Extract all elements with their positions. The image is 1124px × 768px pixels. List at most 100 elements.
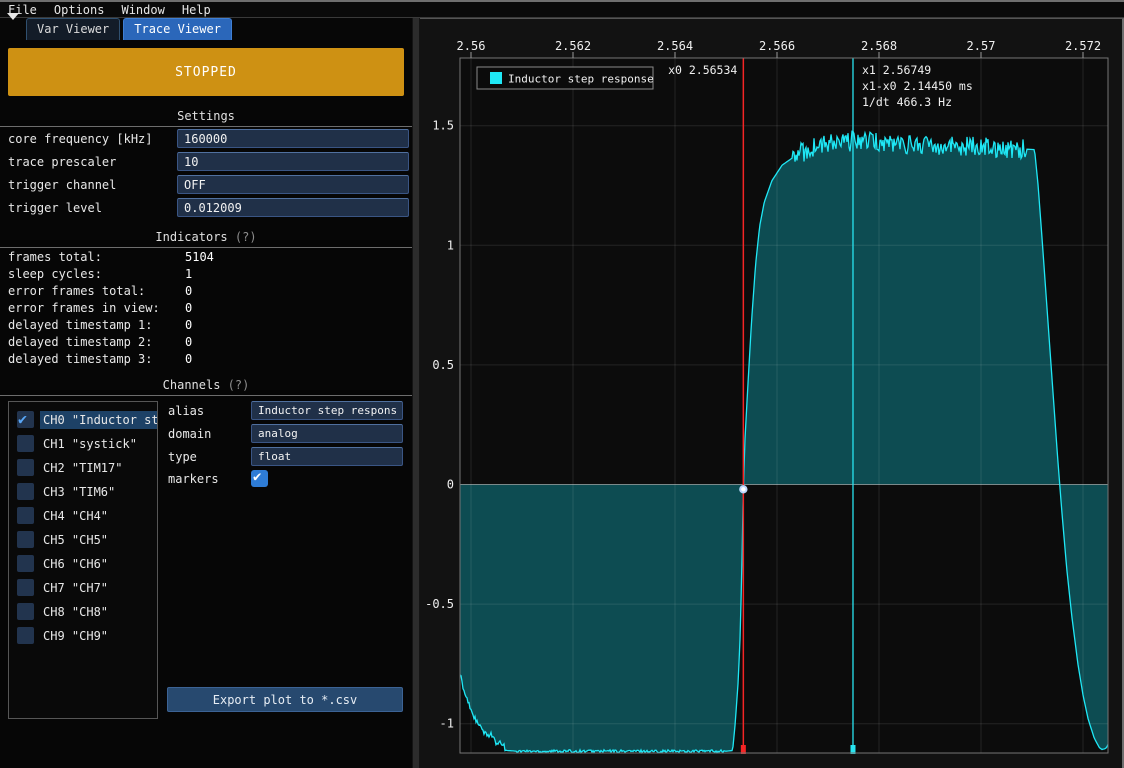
- channel-checkbox[interactable]: [17, 435, 34, 452]
- channel-label: CH6 "CH6": [40, 555, 111, 573]
- markers-checkbox[interactable]: [251, 470, 268, 487]
- markers-label: markers: [168, 472, 251, 486]
- indicator-row: delayed timestamp 1:0: [0, 316, 412, 333]
- indicator-value: 1: [185, 267, 192, 281]
- marker-sample-dot: [740, 486, 746, 492]
- y-tick-label: 0: [447, 478, 454, 492]
- channel-checkbox[interactable]: [17, 603, 34, 620]
- tab-var-viewer[interactable]: Var Viewer: [26, 18, 120, 40]
- channel-label: CH9 "CH9": [40, 627, 111, 645]
- indicator-row: sleep cycles:1: [0, 265, 412, 282]
- menu-options[interactable]: Options: [54, 3, 105, 17]
- channel-row[interactable]: CH9 "CH9": [9, 624, 157, 647]
- menu-window[interactable]: Window: [121, 3, 164, 17]
- channel-row[interactable]: CH8 "CH8": [9, 600, 157, 623]
- indicator-label: frames total:: [8, 250, 185, 264]
- indicator-value: 0: [185, 284, 192, 298]
- alias-label: alias: [168, 404, 251, 418]
- indicator-row: delayed timestamp 2:0: [0, 333, 412, 350]
- channel-row[interactable]: CH0 "Inductor st: [9, 408, 157, 431]
- indicator-value: 0: [185, 335, 192, 349]
- setting-label: trigger level: [8, 201, 177, 215]
- channel-label: CH1 "systick": [40, 435, 140, 453]
- indicators-help-icon[interactable]: (?): [235, 230, 257, 244]
- channel-checkbox[interactable]: [17, 507, 34, 524]
- channel-list: CH0 "Inductor st CH1 "systick" CH2 "TIM1…: [8, 401, 158, 719]
- y-tick-label: 0.5: [432, 358, 454, 372]
- indicator-value: 5104: [185, 250, 214, 264]
- marker-delta-label: x1-x0 2.14450 ms: [862, 79, 973, 93]
- channel-row[interactable]: CH5 "CH5": [9, 528, 157, 551]
- y-tick-label: -1: [440, 717, 454, 731]
- domain-label: domain: [168, 427, 251, 441]
- indicator-value: 0: [185, 352, 192, 366]
- menu-help[interactable]: Help: [182, 3, 211, 17]
- channels-heading: Channels (?): [0, 378, 412, 392]
- channel-row[interactable]: CH7 "CH7": [9, 576, 157, 599]
- indicator-value: 0: [185, 301, 192, 315]
- channels-help-icon[interactable]: (?): [228, 378, 250, 392]
- tab-bar: Var Viewer Trace Viewer: [0, 18, 412, 40]
- trigger-channel-input[interactable]: OFF: [177, 175, 409, 194]
- channel-row[interactable]: CH2 "TIM17": [9, 456, 157, 479]
- channel-label: CH2 "TIM17": [40, 459, 125, 477]
- channel-checkbox[interactable]: [17, 579, 34, 596]
- indicator-row: error frames total:0: [0, 282, 412, 299]
- setting-label: trace prescaler: [8, 155, 177, 169]
- indicators-heading: Indicators (?): [0, 230, 412, 244]
- alias-input[interactable]: Inductor step respons: [251, 401, 403, 420]
- type-label: type: [168, 450, 251, 464]
- panel-divider[interactable]: [412, 18, 420, 768]
- channel-row[interactable]: CH1 "systick": [9, 432, 157, 455]
- indicator-label: delayed timestamp 3:: [8, 352, 185, 366]
- trigger-level-input[interactable]: 0.012009: [177, 198, 409, 217]
- menu-bar: File Options Window Help: [0, 2, 1124, 18]
- channel-row[interactable]: CH6 "CH6": [9, 552, 157, 575]
- trace-plot[interactable]: 2.562.5622.5642.5662.5682.572.5721.510.5…: [420, 19, 1122, 768]
- indicator-value: 0: [185, 318, 192, 332]
- channel-checkbox[interactable]: [17, 555, 34, 572]
- marker-x0-label: x0 2.56534: [668, 63, 737, 77]
- tab-trace-viewer[interactable]: Trace Viewer: [123, 18, 232, 40]
- channel-checkbox[interactable]: [17, 531, 34, 548]
- y-tick-label: 1.5: [432, 119, 454, 133]
- x-tick-label: 2.568: [861, 39, 897, 53]
- channel-label: CH0 "Inductor st: [40, 411, 157, 429]
- indicator-row: delayed timestamp 3:0: [0, 350, 412, 367]
- tab-list-icon[interactable]: [4, 20, 22, 38]
- channel-checkbox[interactable]: [17, 411, 34, 428]
- x-tick-label: 2.57: [967, 39, 996, 53]
- indicator-row: error frames in view:0: [0, 299, 412, 316]
- export-csv-button[interactable]: Export plot to *.csv: [167, 687, 403, 712]
- channel-label: CH8 "CH8": [40, 603, 111, 621]
- channel-label: CH4 "CH4": [40, 507, 111, 525]
- channel-checkbox[interactable]: [17, 483, 34, 500]
- x-tick-label: 2.564: [657, 39, 693, 53]
- channel-row[interactable]: CH3 "TIM6": [9, 480, 157, 503]
- indicator-label: sleep cycles:: [8, 267, 185, 281]
- plot-panel: 2.562.5622.5642.5662.5682.572.5721.510.5…: [420, 18, 1124, 768]
- marker-frequency-label: 1/dt 466.3 Hz: [862, 95, 952, 109]
- x-tick-label: 2.572: [1065, 39, 1101, 53]
- stopped-status-button[interactable]: STOPPED: [8, 48, 404, 96]
- channel-checkbox[interactable]: [17, 459, 34, 476]
- core-frequency-input[interactable]: 160000: [177, 129, 409, 148]
- indicator-row: frames total:5104: [0, 248, 412, 265]
- setting-row: trigger level 0.012009: [0, 196, 412, 219]
- indicator-label: delayed timestamp 2:: [8, 335, 185, 349]
- marker-x1-label: x1 2.56749: [862, 63, 931, 77]
- channel-checkbox[interactable]: [17, 627, 34, 644]
- setting-label: core frequency [kHz]: [8, 132, 177, 146]
- setting-row: trigger channel OFF: [0, 173, 412, 196]
- channel-label: CH3 "TIM6": [40, 483, 118, 501]
- y-tick-label: -0.5: [425, 597, 454, 611]
- domain-input[interactable]: analog: [251, 424, 403, 443]
- channels-section: CH0 "Inductor st CH1 "systick" CH2 "TIM1…: [0, 396, 412, 726]
- trace-prescaler-input[interactable]: 10: [177, 152, 409, 171]
- setting-row: trace prescaler 10: [0, 150, 412, 173]
- x-tick-label: 2.562: [555, 39, 591, 53]
- legend-swatch: [490, 72, 502, 84]
- type-input[interactable]: float: [251, 447, 403, 466]
- indicator-label: delayed timestamp 1:: [8, 318, 185, 332]
- channel-row[interactable]: CH4 "CH4": [9, 504, 157, 527]
